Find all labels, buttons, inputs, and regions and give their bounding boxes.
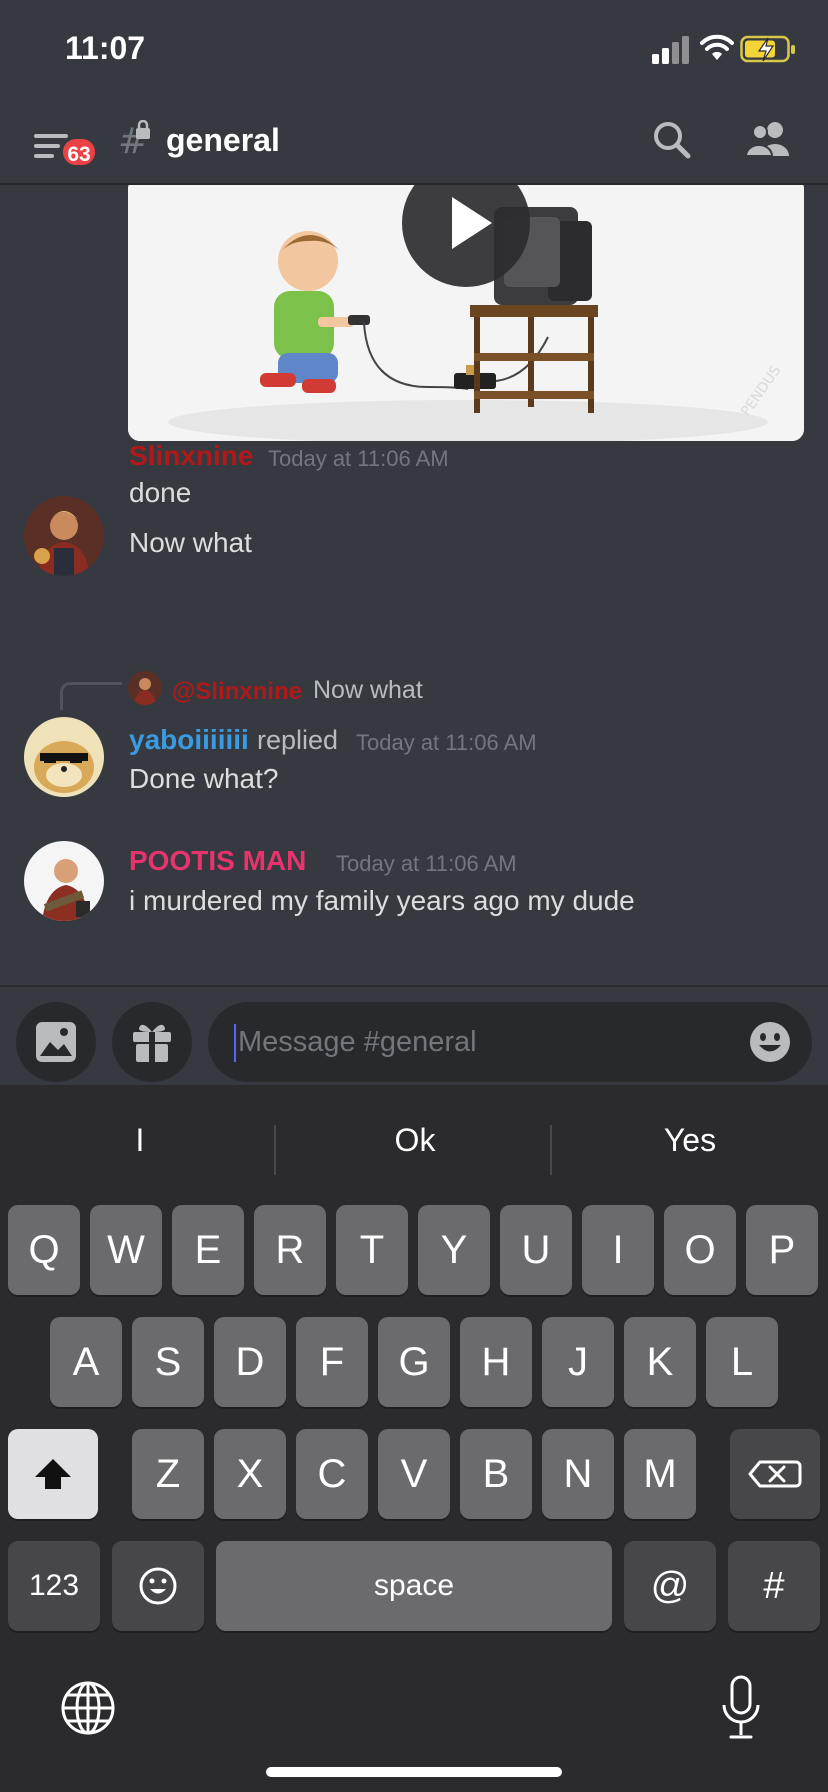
key-u[interactable]: U bbox=[500, 1205, 572, 1295]
suggestion-divider bbox=[274, 1125, 276, 1175]
at-key[interactable]: @ bbox=[624, 1541, 716, 1631]
suggestion-3[interactable]: Yes bbox=[590, 1105, 790, 1175]
key-p[interactable]: P bbox=[746, 1205, 818, 1295]
suggestion-1[interactable]: I bbox=[40, 1105, 240, 1175]
avatar-image bbox=[24, 717, 104, 797]
suggestion-2[interactable]: Ok bbox=[315, 1105, 515, 1175]
home-indicator[interactable] bbox=[266, 1767, 562, 1777]
battery-charging-icon bbox=[740, 35, 795, 63]
channel-name: general bbox=[166, 122, 280, 158]
key-n[interactable]: N bbox=[542, 1429, 614, 1519]
key-f[interactable]: F bbox=[296, 1317, 368, 1407]
key-v[interactable]: V bbox=[378, 1429, 450, 1519]
status-time: 11:07 bbox=[65, 30, 146, 66]
shift-icon bbox=[35, 1459, 71, 1489]
key-o[interactable]: O bbox=[664, 1205, 736, 1295]
message-input-placeholder: Message #general bbox=[238, 1026, 477, 1058]
play-button[interactable] bbox=[402, 185, 530, 287]
emoji-key[interactable] bbox=[112, 1541, 204, 1631]
message-text: done bbox=[129, 477, 192, 508]
message-text: Now what bbox=[129, 527, 252, 558]
key-e[interactable]: E bbox=[172, 1205, 244, 1295]
replied-label: replied bbox=[257, 725, 339, 755]
key-x[interactable]: X bbox=[214, 1429, 286, 1519]
avatar-image bbox=[24, 841, 104, 921]
key-z[interactable]: Z bbox=[132, 1429, 204, 1519]
avatar-yaboiiiiiii[interactable] bbox=[24, 717, 104, 797]
image-icon bbox=[36, 1022, 76, 1062]
key-a[interactable]: A bbox=[50, 1317, 122, 1407]
suggestion-divider bbox=[550, 1125, 552, 1175]
cellular-signal-icon bbox=[652, 36, 689, 64]
avatar-pootis-man[interactable] bbox=[24, 841, 104, 921]
search-icon[interactable] bbox=[650, 118, 694, 162]
wifi-icon bbox=[700, 34, 734, 60]
key-w[interactable]: W bbox=[90, 1205, 162, 1295]
key-i[interactable]: I bbox=[582, 1205, 654, 1295]
message-text: i murdered my family years ago my dude bbox=[129, 885, 635, 916]
key-b[interactable]: B bbox=[460, 1429, 532, 1519]
globe-icon[interactable] bbox=[58, 1678, 118, 1738]
key-l[interactable]: L bbox=[706, 1317, 778, 1407]
key-d[interactable]: D bbox=[214, 1317, 286, 1407]
message-author[interactable]: Slinxnine bbox=[129, 440, 253, 472]
locked-channel-hash-icon: # bbox=[118, 120, 150, 160]
key-k[interactable]: K bbox=[624, 1317, 696, 1407]
discord-channel-screen: 11:07 63 # general PENDUS Slinxnine Toda… bbox=[0, 0, 828, 1792]
message-input[interactable]: Message #general bbox=[208, 1002, 812, 1082]
key-r[interactable]: R bbox=[254, 1205, 326, 1295]
numbers-key[interactable]: 123 bbox=[8, 1541, 100, 1631]
status-bar: 11:07 bbox=[0, 0, 828, 100]
message-composer: Message #general bbox=[0, 985, 828, 1085]
reply-avatar-image bbox=[128, 671, 162, 705]
reply-preview-text[interactable]: Now what bbox=[313, 676, 423, 705]
key-y[interactable]: Y bbox=[418, 1205, 490, 1295]
emoji-keyboard-icon bbox=[139, 1567, 177, 1605]
key-t[interactable]: T bbox=[336, 1205, 408, 1295]
avatar-slinxnine[interactable] bbox=[24, 496, 104, 576]
message-text: Done what? bbox=[129, 763, 279, 794]
microphone-icon[interactable] bbox=[718, 1675, 764, 1741]
shift-key[interactable] bbox=[8, 1429, 98, 1519]
avatar-image bbox=[24, 496, 104, 576]
key-j[interactable]: J bbox=[542, 1317, 614, 1407]
play-icon bbox=[452, 197, 492, 249]
svg-text:#: # bbox=[118, 121, 148, 160]
text-caret bbox=[234, 1024, 236, 1062]
reply-author[interactable]: @Slinxnine bbox=[172, 678, 302, 706]
attach-image-button[interactable] bbox=[16, 1002, 96, 1082]
key-s[interactable]: S bbox=[132, 1317, 204, 1407]
video-embed[interactable]: PENDUS bbox=[128, 185, 804, 441]
emoji-icon[interactable] bbox=[748, 1020, 792, 1064]
key-q[interactable]: Q bbox=[8, 1205, 80, 1295]
gift-icon bbox=[133, 1024, 171, 1062]
reply-connector bbox=[60, 682, 122, 710]
message-author[interactable]: POOTIS MAN bbox=[129, 845, 306, 877]
gift-button[interactable] bbox=[112, 1002, 192, 1082]
message-author[interactable]: yaboiiiiiii bbox=[129, 724, 249, 756]
message-list[interactable]: PENDUS Slinxnine Today at 11:06 AM done … bbox=[0, 185, 828, 985]
backspace-key[interactable] bbox=[730, 1429, 820, 1519]
message-timestamp: Today at 11:06 AM bbox=[268, 446, 449, 471]
key-g[interactable]: G bbox=[378, 1317, 450, 1407]
hash-key[interactable]: # bbox=[728, 1541, 820, 1631]
message-timestamp: Today at 11:06 AM bbox=[356, 730, 537, 755]
key-c[interactable]: C bbox=[296, 1429, 368, 1519]
channel-header: 63 # general bbox=[0, 100, 828, 185]
members-icon[interactable] bbox=[743, 118, 793, 162]
backspace-icon bbox=[748, 1460, 802, 1488]
key-h[interactable]: H bbox=[460, 1317, 532, 1407]
reply-avatar bbox=[128, 671, 162, 705]
message-timestamp: Today at 11:06 AM bbox=[336, 851, 517, 876]
notification-badge: 63 bbox=[60, 136, 98, 168]
key-m[interactable]: M bbox=[624, 1429, 696, 1519]
ios-keyboard: I Ok Yes Q W E R T Y U I O P A S D F G H… bbox=[0, 1085, 828, 1792]
space-key[interactable]: space bbox=[216, 1541, 612, 1631]
